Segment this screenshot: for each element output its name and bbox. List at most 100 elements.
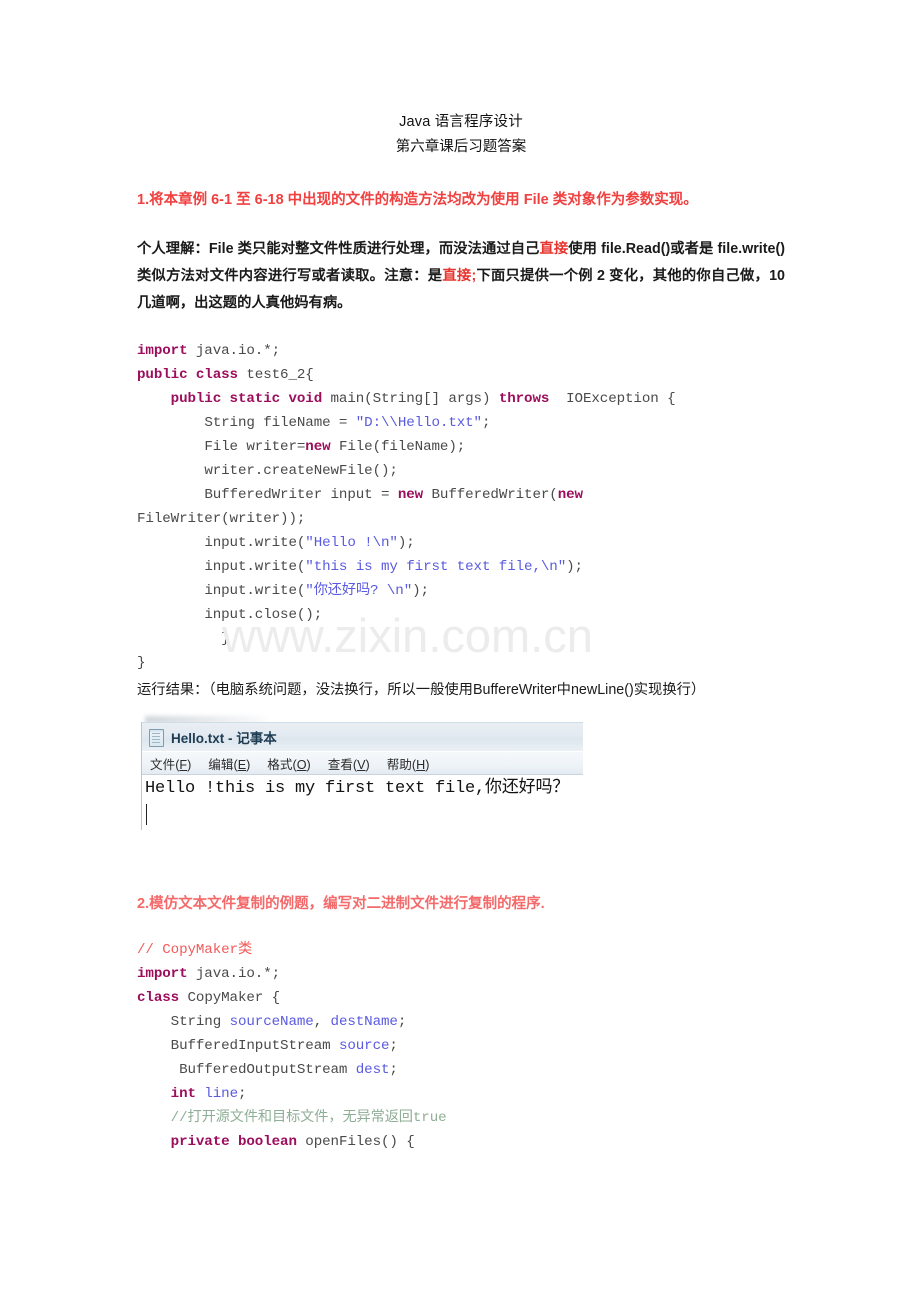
code-line: writer.createNewFile(); xyxy=(137,459,785,483)
menu-label: 格式( xyxy=(267,758,297,772)
code-line: File writer=new File(fileName); xyxy=(137,435,785,459)
menu-accelerator: F xyxy=(179,758,188,772)
question-1-explanation: 个人理解：File 类只能对整文件性质进行处理，而没法通过自己直接使用 file… xyxy=(137,236,785,317)
code-token-cmt-red: // CopyMaker类 xyxy=(137,942,253,958)
menu-label-close: ) xyxy=(425,758,430,772)
notepad-menu-5[interactable]: 帮助(H) xyxy=(387,754,430,773)
code-token-str: "this is my first text file,\n" xyxy=(305,559,567,575)
code-token-pl: BufferedOutputStream xyxy=(170,1062,356,1078)
code-token-var: line xyxy=(204,1086,238,1102)
explain-seg-4-red: 直接; xyxy=(442,268,477,284)
code-line: // CopyMaker类 xyxy=(137,938,785,962)
code-token-pl: main(String[] args) xyxy=(322,391,499,407)
menu-label: 文件( xyxy=(150,758,180,772)
code-token-pl: CopyMaker { xyxy=(179,990,281,1006)
code-token-pl: input.write( xyxy=(204,559,306,575)
code-token-kw: throws xyxy=(498,391,550,407)
code-line: input.close(); xyxy=(137,603,785,627)
menu-accelerator: H xyxy=(416,758,426,772)
notepad-window-screenshot: Hello.txt - 记事本 文件(F) 编辑(E) 格式(O) 查看(V) 帮助(H… xyxy=(141,722,583,834)
page-subtitle: 第六章课后习题答案 xyxy=(395,139,527,155)
notepad-menu-1[interactable]: 文件(F) xyxy=(150,754,191,773)
code-token-pl: ); xyxy=(566,559,583,575)
document-content: Java 语言程序设计 第六章课后习题答案 1.将本章例 6-1 至 6-18 … xyxy=(137,110,785,1154)
notepad-text-area[interactable]: Hello !this is my first text file,你还好吗？ xyxy=(142,775,583,834)
menu-label-close: ) xyxy=(306,758,311,772)
code-line: String sourceName, destName; xyxy=(137,1010,785,1034)
code-token-kw: public static void xyxy=(170,391,323,407)
menu-label-close: ) xyxy=(246,758,251,772)
code-token-pl: ; xyxy=(237,1086,247,1102)
code-token-pl: BufferedWriter input = xyxy=(204,487,398,503)
code-token-pl: ; xyxy=(389,1038,398,1054)
code-token-pl: } xyxy=(204,631,230,647)
code-line: String fileName = "D:\\Hello.txt"; xyxy=(137,411,785,435)
code-line: BufferedOutputStream dest; xyxy=(137,1058,785,1082)
code-line: BufferedWriter input = new BufferedWrite… xyxy=(137,483,785,507)
notepad-title-text: Hello.txt - 记事本 xyxy=(171,731,277,746)
code-token-pl: ; xyxy=(397,1014,407,1030)
question-1-heading: 1.将本章例 6-1 至 6-18 中出现的文件的构造方法均改为使用 File … xyxy=(137,192,698,208)
code-line: private boolean openFiles() { xyxy=(137,1130,785,1154)
code-token-pl: test6_2{ xyxy=(237,367,314,383)
code-line: class CopyMaker { xyxy=(137,986,785,1010)
notepad-menu-4[interactable]: 查看(V) xyxy=(328,754,370,773)
code-token-pl: openFiles() { xyxy=(296,1134,415,1150)
code-line: //打开源文件和目标文件，无异常返回true xyxy=(137,1106,785,1130)
notepad-menu-3[interactable]: 格式(O) xyxy=(267,754,310,773)
menu-accelerator: O xyxy=(296,758,307,772)
code-token-pl: File(fileName); xyxy=(330,439,466,455)
code-line: public class test6_2{ xyxy=(137,363,785,387)
code-token-kw: private boolean xyxy=(170,1134,297,1150)
code-token-kw: int xyxy=(170,1086,196,1102)
code-token-var: dest xyxy=(355,1062,390,1078)
code-token-pl: input.close(); xyxy=(204,607,323,623)
code-line: input.write("Hello !\n"); xyxy=(137,531,785,555)
code-token-pl: String xyxy=(170,1014,230,1030)
text-caret xyxy=(146,804,147,825)
code-token-pl: BufferedWriter( xyxy=(423,487,558,503)
question-2-code-block: // CopyMaker类 import java.io.*; class Copy… xyxy=(137,938,785,1154)
code-token-pl: , xyxy=(313,1014,331,1030)
code-token-cmt-green: //打开源文件和目标文件，无异常返回true xyxy=(170,1110,447,1126)
menu-label-close: ) xyxy=(365,758,370,772)
code-line: } xyxy=(137,651,785,675)
code-token-kw: class xyxy=(137,990,180,1006)
code-line: input.write("this is my first text file,… xyxy=(137,555,785,579)
code-token-pl: input.write( xyxy=(204,535,306,551)
code-token-pl: } xyxy=(137,655,146,671)
code-line: BufferedInputStream source; xyxy=(137,1034,785,1058)
code-token-pl: ; xyxy=(481,415,491,431)
question-1-code-block: import java.io.*; public class test6_2{ p… xyxy=(137,339,785,675)
menu-label: 编辑( xyxy=(208,758,238,772)
code-token-kw: new xyxy=(397,487,424,503)
code-line: FileWriter(writer)); xyxy=(137,507,785,531)
code-token-kw: import xyxy=(137,966,188,982)
code-token-pl: String fileName = xyxy=(204,415,356,431)
code-token-var: sourceName xyxy=(229,1014,314,1030)
question-2-heading: 2.模仿文本文件复制的例题，编写对二进制文件进行复制的程序. xyxy=(137,896,545,912)
code-line: input.write("你还好吗? \n"); xyxy=(137,579,785,603)
notepad-menu-bar: 文件(F) 编辑(E) 格式(O) 查看(V) 帮助(H) xyxy=(142,752,583,775)
code-token-kw: new xyxy=(305,439,331,455)
menu-accelerator: E xyxy=(237,758,247,772)
code-line: } xyxy=(137,627,785,651)
notepad-menu-2[interactable]: 编辑(E) xyxy=(208,754,250,773)
code-token-pl: input.write( xyxy=(204,583,306,599)
code-token-var: source xyxy=(338,1038,390,1054)
notepad-title-bar: Hello.txt - 记事本 xyxy=(142,723,583,752)
explain-seg-1: 个人理解：File 类只能对整文件性质进行处理，而没法通过自己 xyxy=(137,241,540,257)
code-line: import java.io.*; xyxy=(137,339,785,363)
code-token-pl: writer.createNewFile(); xyxy=(204,463,398,479)
code-token-pl: java.io.*; xyxy=(187,343,281,359)
code-line: import java.io.*; xyxy=(137,962,785,986)
document-page: www.zixin.com.cn Java 语言程序设计 第六章课后习题答案 1… xyxy=(0,0,920,1302)
code-token-str: "你还好吗? \n" xyxy=(305,583,413,599)
code-token-str: "Hello !\n" xyxy=(305,535,398,551)
menu-label: 查看( xyxy=(327,758,358,772)
menu-label: 帮助( xyxy=(386,758,417,772)
page-title: Java 语言程序设计 xyxy=(399,114,523,130)
code-token-pl: ); xyxy=(412,583,429,599)
notepad-document-icon xyxy=(148,728,164,747)
code-token-pl: File writer= xyxy=(204,439,306,455)
